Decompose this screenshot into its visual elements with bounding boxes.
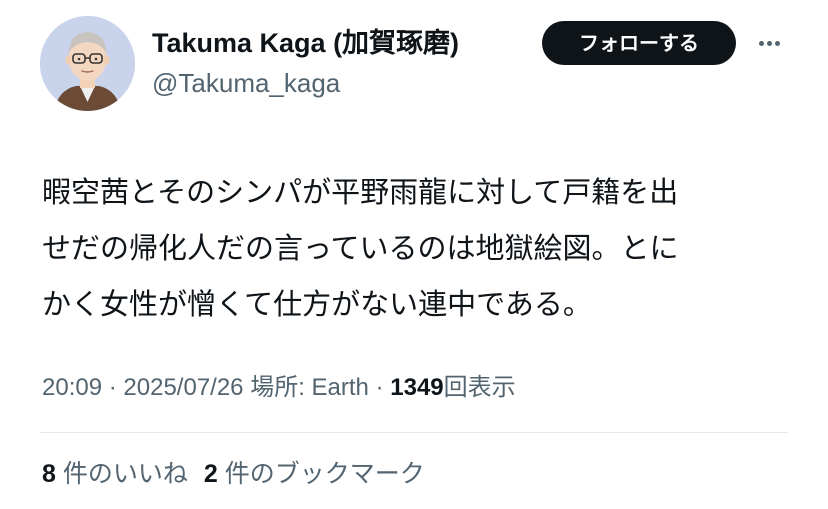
meta-separator: ·	[375, 374, 384, 401]
tweet-line: 暇空茜とそのシンパが平野雨龍に対して戸籍を出	[42, 175, 679, 209]
bookmarks-stat[interactable]: 2 件のブックマーク	[204, 460, 425, 488]
divider	[40, 432, 788, 433]
tweet-time[interactable]: 20:09	[42, 374, 102, 401]
tweet-text: 暇空茜とそのシンパが平野雨龍に対して戸籍を出 せだの帰化人だの言っているのは地獄…	[42, 164, 802, 332]
more-dots-icon[interactable]	[752, 30, 786, 56]
user-handle[interactable]: @Takuma_kaga	[152, 64, 340, 102]
tweet-location: 場所: Earth	[250, 374, 369, 401]
tweet-line: かく女性が憎くて仕方がない連中である。	[42, 287, 592, 321]
views-label: 回表示	[443, 374, 516, 401]
bookmarks-label: 件のブックマーク	[224, 460, 425, 488]
engagement-stats: 8 件のいいね 2 件のブックマーク	[42, 452, 425, 496]
tweet-line: せだの帰化人だの言っているのは地獄絵図。とに	[42, 231, 679, 265]
avatar[interactable]	[40, 16, 135, 111]
views-count: 1349	[390, 374, 444, 401]
likes-stat[interactable]: 8 件のいいね	[42, 460, 188, 488]
tweet-date[interactable]: 2025/07/26	[123, 374, 243, 401]
follow-button[interactable]: フォローする	[542, 21, 736, 65]
likes-label: 件のいいね	[62, 460, 188, 488]
likes-count: 8	[42, 460, 56, 488]
meta-separator: ·	[108, 374, 117, 401]
bookmarks-count: 2	[203, 460, 218, 488]
display-name[interactable]: Takuma Kaga (加賀琢磨)	[152, 24, 459, 62]
tweet-meta: 20:09 · 2025/07/26 場所: Earth · 1349回表示	[42, 368, 516, 408]
avatar-illustration	[40, 16, 135, 111]
